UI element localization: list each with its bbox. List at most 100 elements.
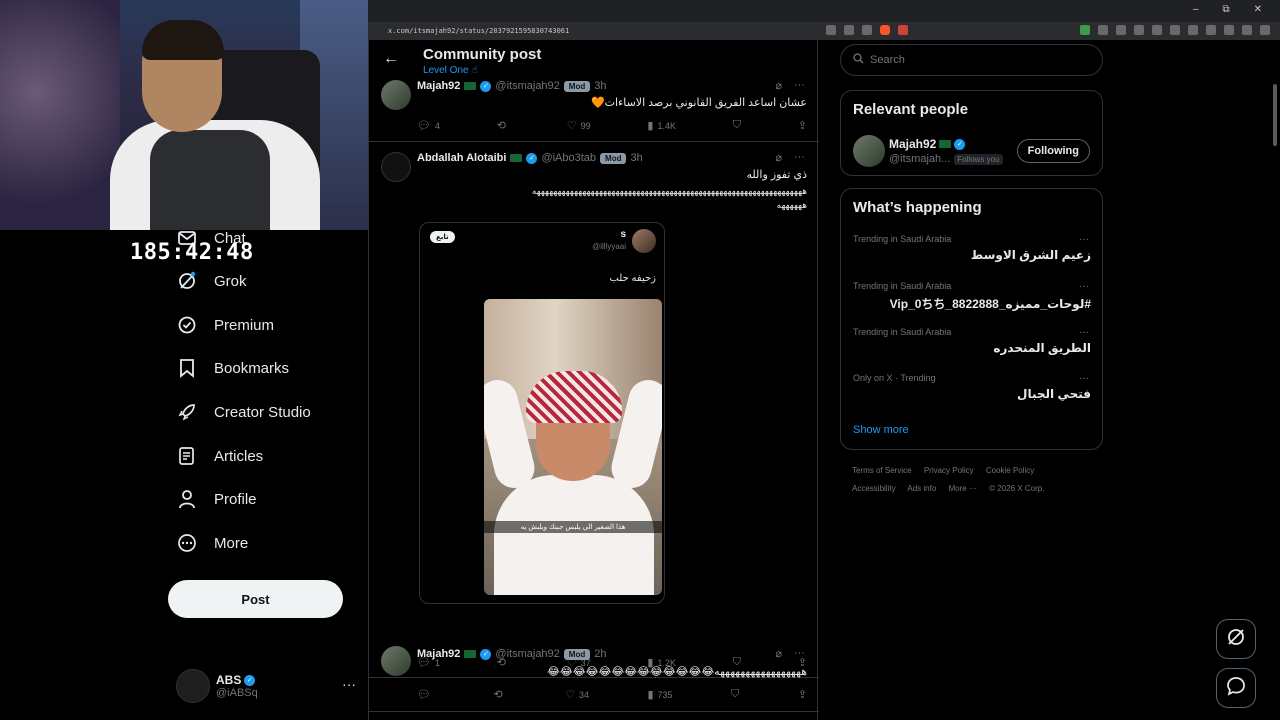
person-name-row[interactable]: Majah92 ✓ [889, 137, 966, 151]
quoted-post[interactable]: تابع s @illlyyaai زحيفه حلب هذا الصغير ا… [419, 222, 665, 604]
view-count: 1.4K [657, 120, 676, 131]
post[interactable]: Majah92 ✓ @itsmajah92 Mod 2h ⌀ ··· ههههه… [369, 640, 819, 712]
footer-link[interactable]: Accessibility [852, 484, 896, 493]
trend-item[interactable]: Trending in Saudi Arabia #لوحات_مميزه_88… [853, 281, 1091, 312]
author-name[interactable]: Majah92 [417, 648, 460, 660]
trend-item[interactable]: Trending in Saudi Arabia زعيم الشرق الاو… [853, 234, 1091, 262]
url-field[interactable]: x.com/itsmajah92/status/2037921595830743… [388, 27, 569, 35]
puzzle-icon[interactable] [1224, 25, 1234, 35]
author-name[interactable]: Majah92 [417, 80, 460, 92]
sidebar-item-more[interactable]: More [176, 531, 248, 555]
messages-floating-button[interactable] [1216, 668, 1256, 708]
community-name[interactable]: Level One ☝ [423, 65, 477, 76]
more-icon[interactable]: ··· [1079, 281, 1089, 292]
share-button[interactable]: ⇪ [798, 688, 807, 701]
author-handle[interactable]: @itsmajah92 [495, 648, 559, 660]
footer-link[interactable]: Ads info [907, 484, 936, 493]
author-handle[interactable]: @itsmajah92 [495, 80, 559, 92]
more-icon[interactable]: ··· [1079, 327, 1089, 338]
search-input[interactable]: Search [840, 44, 1103, 76]
follow-button[interactable]: تابع [430, 231, 455, 243]
grok-floating-button[interactable] [1216, 619, 1256, 659]
footer-link[interactable]: Privacy Policy [924, 466, 974, 475]
bookmark-button[interactable]: ⛉ [731, 688, 739, 701]
account-switcher[interactable]: ABS ✓ @iABSq ··· [176, 664, 356, 708]
post-button[interactable]: Post [168, 580, 343, 618]
like-button[interactable]: ♡ 34 [565, 688, 589, 701]
extension-icon[interactable] [1134, 25, 1144, 35]
sidebar-item-creator-studio[interactable]: Creator Studio [176, 400, 311, 424]
post-text-line: هههههههههههههههههههههههههههههههههههههههه… [531, 186, 807, 196]
trend-item[interactable]: Only on X · Trending فتحي الجبال ··· [853, 373, 1091, 401]
sidebar-item-label: Premium [214, 316, 275, 334]
bookmark-button[interactable]: ⛉ [733, 119, 741, 132]
more-icon[interactable]: ··· [1079, 234, 1089, 245]
repost-button[interactable]: ⟲ [497, 119, 510, 132]
grok-icon[interactable]: ⌀ [775, 79, 782, 92]
post-time[interactable]: 3h [594, 80, 606, 92]
account-more-icon[interactable]: ··· [342, 676, 356, 692]
zoom-icon[interactable] [844, 25, 854, 35]
sidebar-item-articles[interactable]: Articles [176, 444, 263, 468]
footer-link[interactable]: Cookie Policy [986, 466, 1034, 475]
reply-button[interactable]: 💬︎ 4 [417, 119, 440, 132]
show-more-link[interactable]: Show more [853, 424, 909, 436]
quoted-video-thumbnail[interactable]: هذا الصغير الي يلبس جبنك ويلبش يه [484, 299, 662, 595]
like-button[interactable]: ♡ 99 [567, 119, 591, 132]
more-icon[interactable]: ··· [794, 647, 805, 660]
extension-icon[interactable] [1152, 25, 1162, 35]
grok-icon[interactable]: ⌀ [775, 151, 782, 164]
author-handle[interactable]: @iAbo3tab [541, 152, 596, 164]
menu-icon[interactable] [1260, 25, 1270, 35]
more-icon[interactable]: ··· [794, 79, 805, 92]
extension-icon[interactable] [1080, 25, 1090, 35]
avatar[interactable] [853, 135, 885, 167]
share-icon[interactable] [862, 25, 872, 35]
more-icon[interactable]: ··· [1079, 373, 1089, 384]
avatar[interactable] [381, 80, 411, 110]
sidebar-icon[interactable] [1188, 25, 1198, 35]
post-tools: ⌀ ··· [775, 79, 805, 92]
brave-shield-icon[interactable] [880, 25, 890, 35]
extension-icon[interactable] [1116, 25, 1126, 35]
post-time[interactable]: 3h [630, 152, 642, 164]
rewards-icon[interactable] [898, 25, 908, 35]
sidebar-item-grok[interactable]: Grok [176, 269, 247, 293]
views-button[interactable]: ▮ 1.4K [647, 119, 676, 132]
avatar[interactable] [381, 646, 411, 676]
background-light [0, 0, 120, 230]
avatar [176, 669, 210, 703]
avatar[interactable] [381, 152, 411, 182]
minimize-button[interactable]: – [1193, 4, 1199, 15]
tab-icon[interactable] [1206, 25, 1216, 35]
bookmark-icon: ⛉ [731, 688, 740, 700]
close-window-button[interactable]: ✕ [1254, 4, 1262, 15]
post[interactable]: Majah92 ✓ @itsmajah92 Mod 3h ⌀ ··· عشان … [369, 76, 819, 142]
wallet-icon[interactable] [1242, 25, 1252, 35]
post-actions: 💬︎ ⟲ ♡ 34 ▮ 735 ⛉ ⇪ [417, 688, 807, 701]
following-button[interactable]: Following [1016, 139, 1090, 163]
screen-icon[interactable] [826, 25, 836, 35]
post[interactable]: Abdallah Alotaibi ✓ @iAbo3tab Mod 3h ⌀ ·… [369, 142, 819, 678]
follows-you-badge: Follows you [954, 153, 1003, 165]
author-name[interactable]: Abdallah Alotaibi [417, 152, 506, 164]
trend-item[interactable]: Trending in Saudi Arabia الطريق المنحدره… [853, 327, 1091, 355]
maximize-button[interactable]: ⧉ [1222, 4, 1229, 15]
footer-link[interactable]: Terms of Service [852, 466, 912, 475]
sidebar-item-bookmarks[interactable]: Bookmarks [176, 356, 289, 380]
sidebar-item-premium[interactable]: Premium [176, 313, 274, 337]
more-icon[interactable]: ··· [794, 151, 805, 164]
back-arrow-icon[interactable]: ← [383, 50, 399, 68]
extension-icon[interactable] [1098, 25, 1108, 35]
post-time[interactable]: 2h [594, 648, 606, 660]
reply-button[interactable]: 💬︎ [417, 688, 435, 701]
footer-link[interactable]: More ··· [949, 484, 977, 493]
sidebar-item-profile[interactable]: Profile [176, 487, 257, 511]
extension-icon[interactable] [1170, 25, 1180, 35]
person-handle-row: @itsmajah... Follows you [889, 153, 1003, 165]
grok-icon[interactable]: ⌀ [775, 647, 782, 660]
share-button[interactable]: ⇪ [798, 119, 807, 132]
scrollbar[interactable] [1273, 84, 1277, 146]
views-button[interactable]: ▮ 735 [647, 688, 672, 701]
repost-button[interactable]: ⟲ [493, 688, 506, 701]
